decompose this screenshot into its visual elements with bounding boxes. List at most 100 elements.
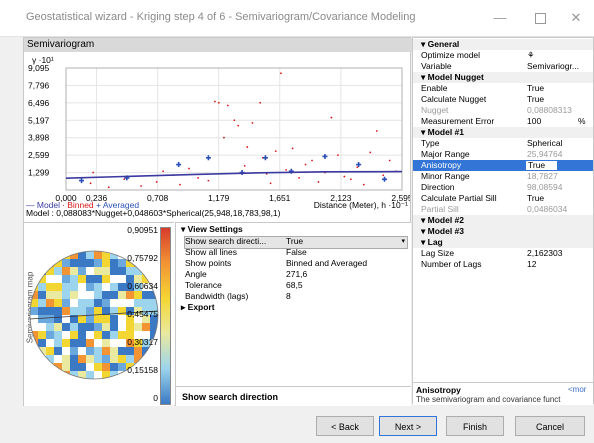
property-key: Calculate Nugget [421, 94, 487, 104]
property-row[interactable]: Partial Sill 0,0486034 [413, 204, 593, 215]
property-row[interactable]: Minor Range 18,7827 [413, 171, 593, 182]
section-model-1[interactable]: ▾ Model #1 [413, 127, 593, 138]
property-value[interactable]: 2,162303 [527, 248, 562, 259]
map-cell [54, 299, 62, 307]
property-value[interactable]: Semivariogr... [527, 61, 579, 72]
property-row[interactable]: Major Range 25,94764 [413, 149, 593, 160]
map-cell [46, 275, 54, 283]
colorbar-label: 0,90951 [127, 225, 158, 235]
property-row[interactable]: Lag Size 2,162303 [413, 248, 593, 259]
property-value[interactable]: True [527, 83, 544, 94]
map-cell [102, 339, 110, 347]
binned-point [140, 185, 142, 187]
view-settings-section[interactable]: ▾ View Settings [181, 224, 243, 235]
binned-point [349, 178, 352, 181]
binned-point [317, 181, 320, 183]
property-row[interactable]: Calculate Partial Sill True [413, 193, 593, 204]
map-cell [78, 291, 86, 299]
property-value[interactable]: 0,0486034 [527, 204, 567, 215]
binned-point [246, 146, 249, 148]
property-value[interactable]: 12 [527, 259, 536, 270]
map-cell [70, 339, 78, 347]
help-text: The semivariogram and covariance funct [416, 395, 561, 404]
binned-point [362, 183, 365, 186]
property-row[interactable]: Anisotropy True [413, 160, 593, 171]
property-row[interactable]: Enable True [413, 83, 593, 94]
view-setting-value[interactable]: 68,5 [286, 280, 303, 291]
view-setting-value[interactable]: 271,6 [286, 269, 307, 280]
map-cell [102, 299, 110, 307]
property-value[interactable]: ⚘ [527, 50, 535, 61]
binned-point [243, 164, 246, 167]
property-row[interactable]: Measurement Error 100% [413, 116, 593, 127]
property-row[interactable]: Optimize model ⚘ [413, 50, 593, 61]
map-cell [94, 363, 102, 371]
property-row[interactable]: Variable Semivariogr... [413, 61, 593, 72]
map-cell [102, 291, 110, 299]
map-cell [110, 331, 118, 339]
section-model-3[interactable]: ▾ Model #3 [413, 226, 593, 237]
back-button[interactable]: < Back [316, 416, 374, 436]
view-setting-key: Show search directi... [185, 236, 267, 246]
map-cell [94, 275, 102, 283]
map-cell [38, 283, 46, 291]
section-lag[interactable]: ▾ Lag [413, 237, 593, 248]
section-general[interactable]: ▾ General [413, 39, 593, 50]
section-model-2-label: ▾ Model #2 [421, 215, 464, 225]
property-value[interactable]: 0,08808313 [527, 105, 572, 116]
map-cell [78, 323, 86, 331]
view-settings-panel: ▾ View Settings ▾ Show search directi...… [175, 222, 411, 406]
help-more-link[interactable]: <mor [568, 385, 586, 394]
property-row[interactable]: Type Spherical [413, 138, 593, 149]
minimize-button[interactable]: — [480, 6, 520, 30]
property-row[interactable]: Direction 98,08594 [413, 182, 593, 193]
export-section[interactable]: ▸ Export [181, 302, 215, 313]
property-value[interactable]: Spherical [527, 138, 562, 149]
property-row[interactable]: Calculate Nugget True [413, 94, 593, 105]
property-value[interactable]: 25,94764 [527, 149, 562, 160]
property-value[interactable]: 18,7827 [527, 171, 558, 182]
map-cell [78, 259, 86, 267]
map-cell [38, 307, 46, 315]
property-value[interactable]: True [527, 193, 544, 204]
binned-point [188, 167, 190, 170]
view-setting-value[interactable]: Binned and Averaged [286, 258, 367, 269]
map-cell [134, 291, 142, 299]
map-cell [126, 323, 134, 331]
property-value[interactable]: 98,08594 [527, 182, 562, 193]
map-cell [62, 259, 70, 267]
finish-button[interactable]: Finish [446, 416, 504, 436]
binned-point [382, 174, 385, 177]
section-model-2[interactable]: ▾ Model #2 [413, 215, 593, 226]
map-cell [54, 347, 62, 355]
map-cell [46, 291, 54, 299]
view-setting-key: Show points [185, 258, 232, 268]
map-cell [150, 355, 158, 363]
property-value[interactable]: True [527, 94, 544, 105]
property-row[interactable]: Nugget 0,08808313 [413, 105, 593, 116]
property-value[interactable]: 100 [527, 116, 541, 127]
maximize-button[interactable] [520, 6, 560, 30]
map-cell [46, 371, 54, 379]
next-button[interactable]: Next > [379, 416, 437, 436]
view-setting-value[interactable]: False [286, 247, 307, 258]
map-cell [62, 355, 70, 363]
map-cell [38, 339, 46, 347]
map-cell [54, 315, 62, 323]
map-cell [38, 323, 46, 331]
view-setting-value[interactable]: True [286, 236, 303, 247]
cancel-button[interactable]: Cancel [515, 416, 585, 436]
semivariogram-chart[interactable]: γ ·10¹9,0957,7966,4965,1973,8982,5991,29… [24, 52, 410, 210]
semivariogram-map[interactable]: Semivariogram map 0,90951 0,75792 0,60634 0… [24, 222, 174, 406]
view-setting-value[interactable]: 8 [286, 291, 291, 302]
map-cell [94, 315, 102, 323]
close-button[interactable]: ✕ [556, 6, 594, 30]
property-unit: % [578, 116, 586, 126]
colorbar-label: 0,30317 [127, 337, 158, 347]
section-model-nugget[interactable]: ▾ Model Nugget [413, 72, 593, 83]
view-settings-title: View Settings [187, 224, 243, 234]
map-cell [78, 275, 86, 283]
window-title: Geostatistical wizard - Kriging step 4 o… [26, 11, 416, 23]
property-row[interactable]: Number of Lags 12 [413, 259, 593, 270]
property-value[interactable]: True [525, 160, 559, 171]
